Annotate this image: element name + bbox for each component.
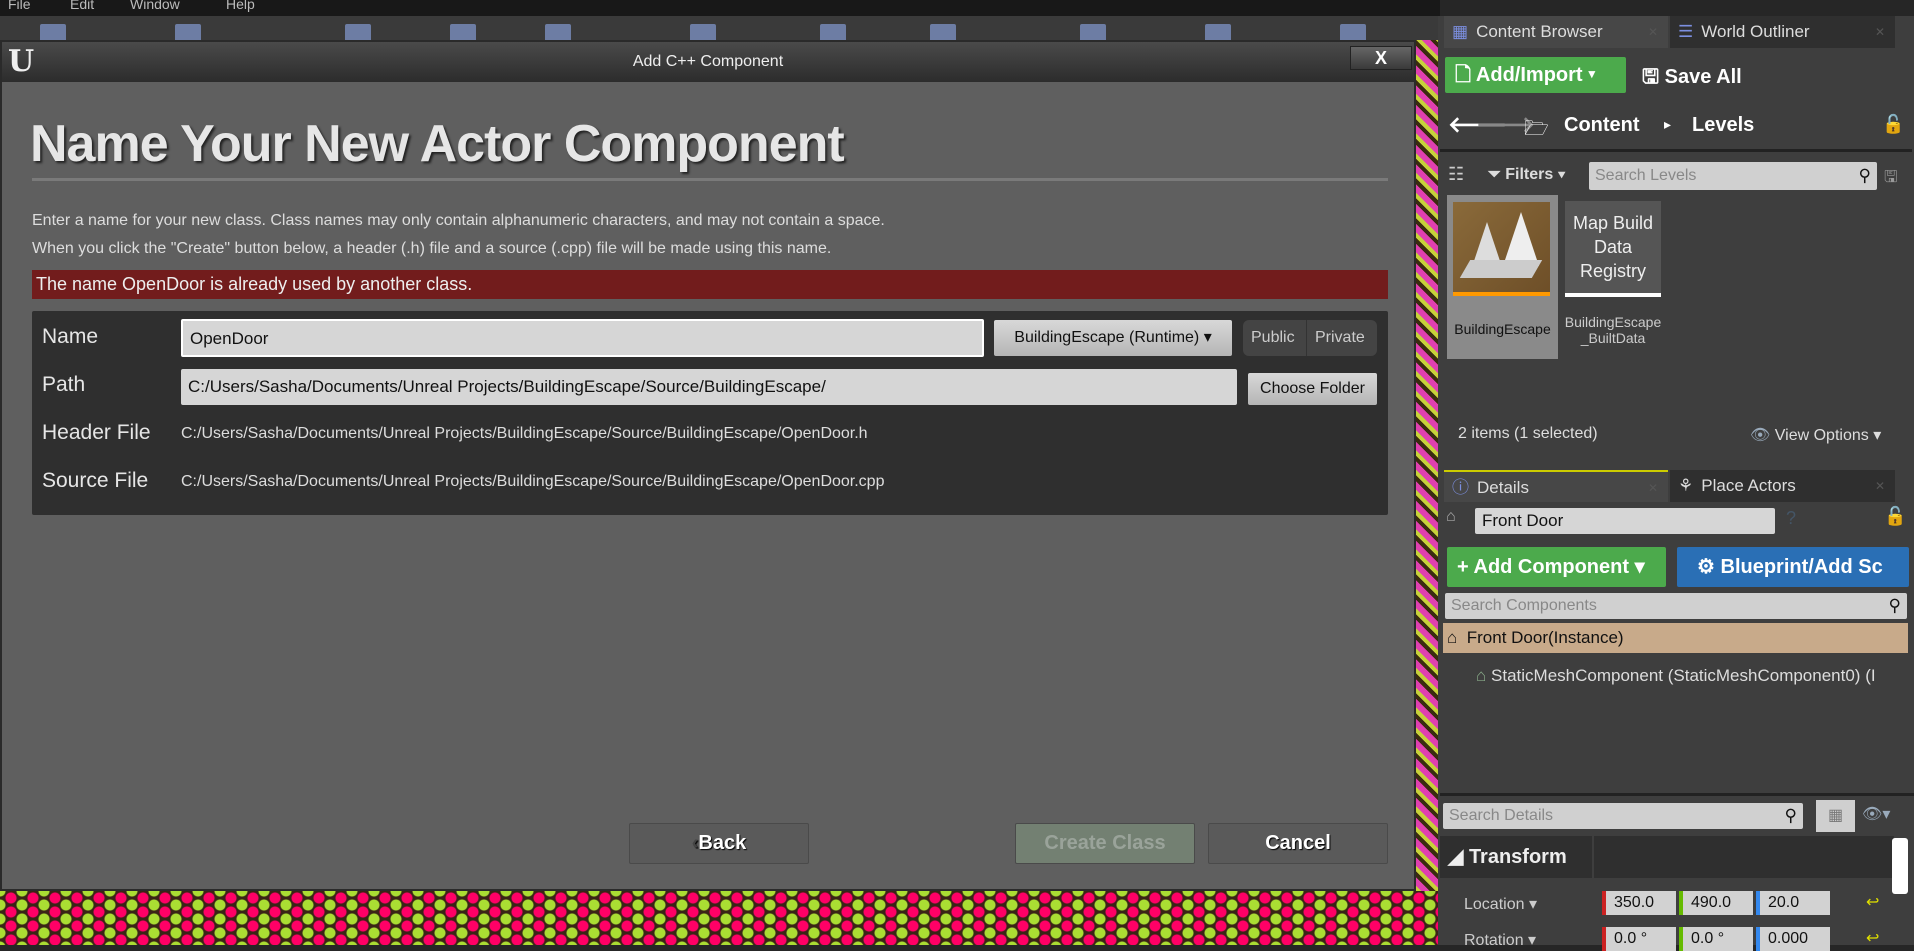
eye-icon[interactable]: 👁▾ <box>1862 804 1890 824</box>
scrollbar[interactable] <box>1892 838 1908 894</box>
add-cpp-component-dialog: Add C++ Component U X Name Your New Acto… <box>0 40 1416 891</box>
search-details-input[interactable]: Search Details ⚲ <box>1443 803 1803 829</box>
search-icon: ⚲ <box>1858 166 1871 185</box>
menu-edit[interactable]: Edit <box>70 0 94 12</box>
path-input[interactable]: C:/Users/Sasha/Documents/Unreal Projects… <box>181 369 1237 405</box>
description-line-2: When you click the "Create" button below… <box>32 240 832 257</box>
search-levels-input[interactable]: Search Levels ⚲ <box>1589 162 1877 190</box>
transform-section-header[interactable]: ◢ Transform <box>1440 836 1592 878</box>
asset-name: BuildingEscape <box>1454 321 1551 337</box>
add-component-button[interactable]: + Add Component ▾ <box>1447 547 1666 587</box>
actor-name-input[interactable]: Front Door <box>1475 508 1775 534</box>
asset-thumb-map-build-data[interactable]: Map Build Data Registry <box>1565 201 1661 297</box>
actor-icon: ⌂ <box>1446 508 1456 525</box>
divider <box>32 178 1388 181</box>
tab-details[interactable]: ⓘ Details ✕ <box>1444 470 1668 502</box>
tab-place-actors[interactable]: ⚘ Place Actors ✕ <box>1670 470 1895 502</box>
asset-name: BuildingEscape _BuiltData <box>1564 314 1662 346</box>
module-label: BuildingEscape (Runtime) <box>1014 329 1200 346</box>
public-option[interactable]: Public <box>1251 320 1295 356</box>
content-browser-icon: ▦ <box>1452 22 1469 41</box>
actor-icon: ⌂ <box>1447 628 1458 647</box>
tab-world-outliner[interactable]: ☰ World Outliner ✕ <box>1670 16 1895 48</box>
header-file-path: C:/Users/Sasha/Documents/Unreal Projects… <box>181 425 868 442</box>
lock-icon[interactable]: 🔓 <box>1884 506 1906 527</box>
private-option[interactable]: Private <box>1315 320 1365 356</box>
level-viewport-floor[interactable] <box>0 891 1438 945</box>
save-all-button[interactable]: 🖫 Save All <box>1642 62 1742 96</box>
menu-window[interactable]: Window <box>130 0 180 12</box>
breadcrumb-levels[interactable]: Levels <box>1692 114 1754 137</box>
save-search-icon[interactable]: 🖫 <box>1884 166 1898 193</box>
class-form: Name OpenDoor BuildingEscape (Runtime) ▾… <box>32 311 1388 515</box>
right-panel: ▦ Content Browser ✕ ☰ World Outliner ✕ 🗋 Add… <box>1438 16 1914 951</box>
component-row-static-mesh[interactable]: ⌂ StaticMeshComponent (StaticMeshCompone… <box>1476 666 1876 686</box>
choose-folder-button[interactable]: Choose Folder <box>1248 373 1377 405</box>
tab-content-browser[interactable]: ▦ Content Browser ✕ <box>1444 16 1668 48</box>
page-title: Name Your New Actor Component <box>30 115 845 173</box>
sources-toggle-icon[interactable]: ☷ <box>1448 164 1464 185</box>
location-z-input[interactable]: 20.0 <box>1756 891 1830 915</box>
module-dropdown[interactable]: BuildingEscape (Runtime) ▾ <box>994 320 1232 356</box>
asset-tile-buildingescape[interactable]: BuildingEscape <box>1447 195 1558 359</box>
rotation-y-input[interactable]: 0.0 ° <box>1679 927 1753 951</box>
static-mesh-icon: ⌂ <box>1476 666 1487 685</box>
list-icon: ☰ <box>1678 22 1694 41</box>
create-class-button[interactable]: Create Class <box>1015 823 1195 864</box>
source-file-path: C:/Users/Sasha/Documents/Unreal Projects… <box>181 473 885 490</box>
add-import-button[interactable]: 🗋 Add/Import ▾ <box>1445 57 1626 93</box>
breadcrumb-content[interactable]: Content <box>1564 114 1640 137</box>
property-matrix-icon[interactable]: ▦ <box>1816 800 1855 832</box>
location-y-input[interactable]: 490.0 <box>1679 891 1753 915</box>
level-viewport[interactable] <box>1416 40 1438 945</box>
blueprint-button[interactable]: ⚙ Blueprint/Add Sc <box>1677 547 1909 587</box>
description-line-1: Enter a name for your new class. Class n… <box>32 212 885 229</box>
rotation-label[interactable]: Rotation ▾ <box>1464 930 1536 950</box>
chevron-down-icon: ▾ <box>1203 329 1212 346</box>
floppy-icon: 🖫 <box>1642 66 1660 88</box>
search-icon: ⚲ <box>1784 806 1797 825</box>
source-file-label: Source File <box>42 469 149 492</box>
help-icon[interactable]: ? <box>1786 508 1796 529</box>
reset-location-icon[interactable]: ↩ <box>1866 892 1879 912</box>
eye-icon: 👁 <box>1750 427 1771 444</box>
location-x-input[interactable]: 350.0 <box>1602 891 1676 915</box>
unreal-logo-icon: U <box>8 44 35 79</box>
breadcrumb-separator-icon: ▸ <box>1664 116 1672 132</box>
menu-help[interactable]: Help <box>226 0 255 12</box>
path-label: Path <box>42 373 86 396</box>
gears-icon: ⚙ <box>1697 556 1715 578</box>
dialog-title: Add C++ Component <box>2 42 1414 82</box>
name-label: Name <box>42 325 99 348</box>
back-button[interactable]: ‹Back <box>629 823 809 864</box>
folder-icon: 🗁 <box>1524 118 1549 140</box>
lock-icon[interactable]: 🔓 <box>1882 114 1904 135</box>
filters-button[interactable]: ⏷ Filters ▾ <box>1488 166 1566 184</box>
reset-rotation-icon[interactable]: ↩ <box>1866 928 1879 948</box>
error-message: The name OpenDoor is already used by ano… <box>32 270 1388 299</box>
class-name-input[interactable]: OpenDoor <box>181 319 984 357</box>
visibility-toggle: Public Private <box>1243 320 1377 356</box>
rotation-x-input[interactable]: 0.0 ° <box>1602 927 1676 951</box>
item-count: 2 items (1 selected) <box>1458 425 1598 442</box>
view-options-button[interactable]: 👁 View Options ▾ <box>1750 425 1881 445</box>
place-actors-icon: ⚘ <box>1678 476 1694 495</box>
menu-bar: File Edit Window Help <box>0 0 1440 16</box>
menu-file[interactable]: File <box>8 0 31 12</box>
search-components-input[interactable]: Search Components ⚲ <box>1445 593 1907 619</box>
rotation-z-input[interactable]: 0.000 <box>1756 927 1830 951</box>
component-row-root[interactable]: ⌂ Front Door(Instance) <box>1443 623 1908 653</box>
file-icon: 🗋 <box>1455 64 1472 86</box>
location-label[interactable]: Location ▾ <box>1464 894 1537 914</box>
cancel-button[interactable]: Cancel <box>1208 823 1388 864</box>
level-thumbnail <box>1453 202 1550 292</box>
search-icon: ⚲ <box>1888 596 1901 615</box>
info-icon: ⓘ <box>1452 478 1469 497</box>
header-file-label: Header File <box>42 421 151 444</box>
close-button[interactable]: X <box>1350 46 1412 70</box>
